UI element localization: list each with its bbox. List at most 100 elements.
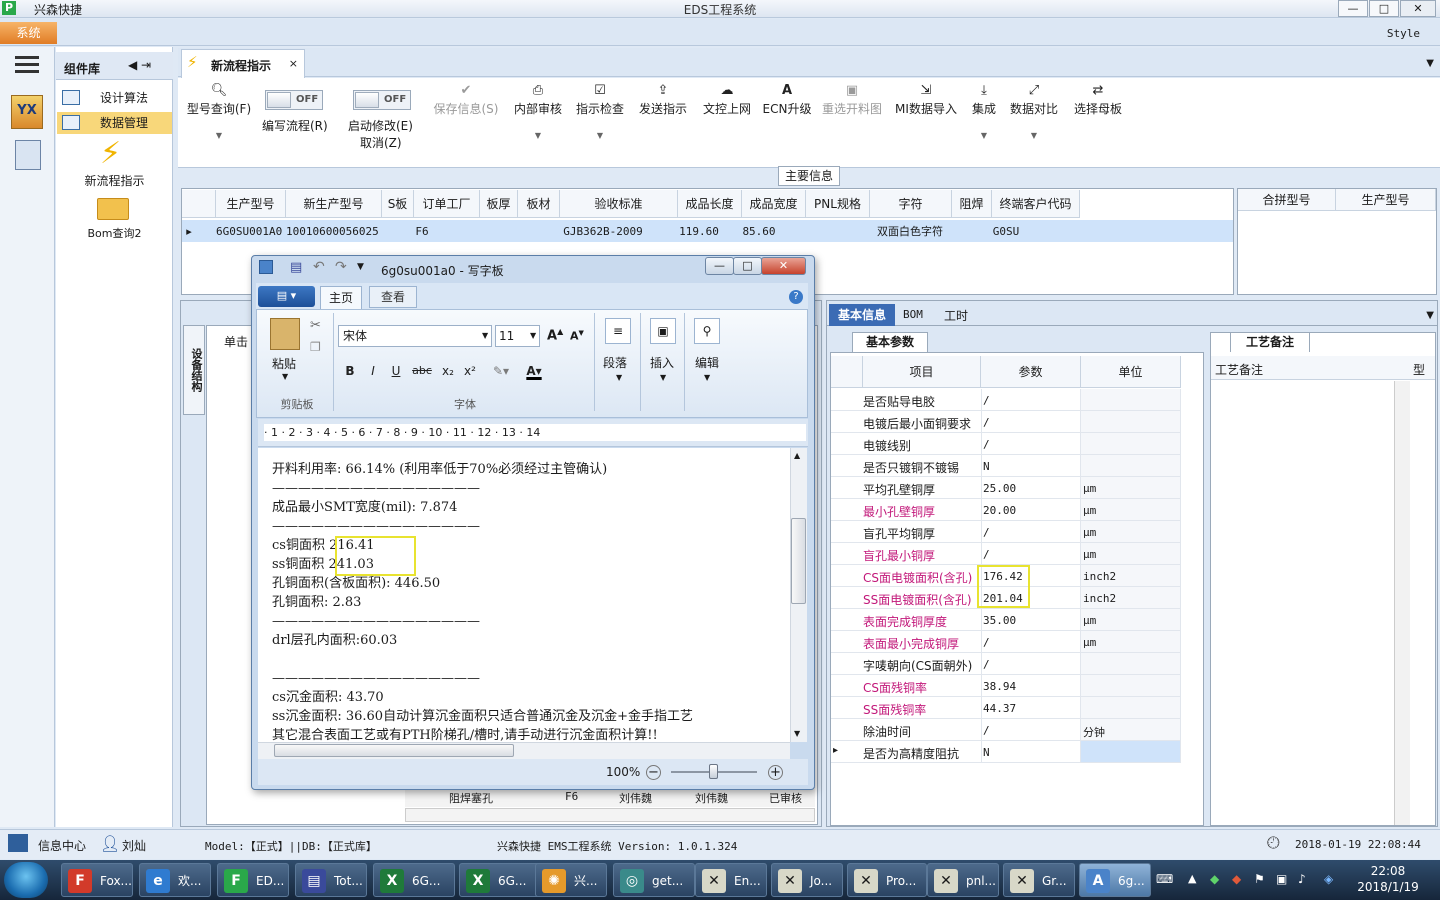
cancel-label[interactable]: 取消(Z): [360, 134, 402, 151]
chevron-down-icon[interactable]: ▼: [660, 373, 666, 382]
cut-icon[interactable]: ✂: [310, 318, 321, 333]
col-header[interactable]: 型: [1413, 361, 1425, 378]
table-row[interactable]: 最小孔壁铜厚 20.00 μm: [831, 499, 1181, 521]
tool-mi-data-import[interactable]: ⇲ MI数据导入: [894, 82, 958, 144]
param-value[interactable]: /: [983, 724, 990, 737]
binoculars-icon[interactable]: ⚲: [694, 318, 720, 344]
table-row[interactable]: SS面残铜率 44.37: [831, 697, 1181, 719]
document-line[interactable]: ————————————————: [272, 517, 693, 536]
table-row[interactable]: 表面最小完成铜厚 / μm: [831, 631, 1181, 653]
scroll-up-icon[interactable]: ▲: [794, 451, 800, 460]
minimize-button[interactable]: —: [1338, 0, 1368, 17]
paste-icon[interactable]: [270, 318, 300, 350]
taskbar-item-gr[interactable]: ✕ Gr...: [1003, 863, 1075, 897]
system-menu-button[interactable]: 系统: [0, 22, 57, 44]
calculator-icon[interactable]: [15, 140, 41, 170]
tool-send-instruction[interactable]: ⇪ 发送指示: [636, 82, 690, 144]
horizontal-scrollbar[interactable]: [405, 808, 815, 822]
tab-new-flow[interactable]: ⚡ 新流程指示 ×: [181, 49, 305, 78]
chevron-down-icon[interactable]: ▼: [704, 373, 710, 382]
param-value[interactable]: /: [983, 548, 990, 561]
param-value[interactable]: /: [983, 636, 990, 649]
document-line[interactable]: ————————————————: [272, 479, 693, 498]
table-cell[interactable]: GJB362B-2009: [558, 222, 648, 242]
tray-app-icon[interactable]: ◈: [1324, 872, 1333, 886]
shrink-font-icon[interactable]: A▼: [570, 329, 584, 343]
nav-item-data-management[interactable]: 数据管理: [57, 112, 172, 134]
bold-button[interactable]: B: [339, 361, 361, 381]
chevron-up-icon[interactable]: ▲: [1188, 872, 1196, 885]
write-flow-toggle[interactable]: OFF: [265, 90, 323, 110]
col-header[interactable]: 成品宽度: [742, 190, 806, 218]
table-row[interactable]: 盲孔最小铜厚 / μm: [831, 543, 1181, 565]
col-header[interactable]: 生产型号: [216, 190, 286, 218]
insert-button-label[interactable]: 插入: [650, 354, 674, 371]
table-cell[interactable]: 119.60: [678, 222, 720, 242]
tool-model-query[interactable]: 🔍︎ 型号查询(F) ▼: [184, 82, 254, 144]
param-value[interactable]: /: [983, 658, 990, 671]
param-value[interactable]: 44.37: [983, 702, 1016, 715]
document-line[interactable]: 其它混合表面工艺或有PTH阶梯孔/槽时,请手动进行沉金面积计算!!: [272, 726, 693, 742]
table-cell[interactable]: 双面白色字符: [868, 222, 952, 242]
param-value[interactable]: 20.00: [983, 504, 1016, 517]
document-line[interactable]: 孔铜面积(含板面积): 446.50: [272, 574, 693, 593]
table-row[interactable]: 电镀后最小面铜要求 /: [831, 411, 1181, 433]
col-header[interactable]: 板材: [518, 190, 560, 218]
zoom-slider-thumb[interactable]: [709, 764, 718, 779]
paragraph-button-label[interactable]: 段落: [603, 354, 627, 371]
wordpad-close-button[interactable]: ✕: [761, 257, 806, 275]
wordpad-minimize-button[interactable]: —: [705, 257, 734, 275]
table-row[interactable]: 阻焊塞孔 F6 刘伟魏 刘伟魏 已审核: [405, 787, 815, 807]
col-header[interactable]: PNL规格: [806, 190, 870, 218]
tool-save-info[interactable]: ✔ 保存信息(S): [430, 82, 502, 144]
tray-app-icon[interactable]: ◆: [1232, 872, 1241, 886]
document-area[interactable]: 开料利用率: 66.14% (利用率低于70%必须经过主管确认) ————————…: [258, 448, 790, 742]
col-header[interactable]: 阻焊: [952, 190, 992, 218]
underline-button[interactable]: U: [385, 361, 407, 381]
wordpad-maximize-button[interactable]: □: [733, 257, 762, 275]
ruler-scale[interactable]: · 1 · 2 · 3 · 4 · 5 · 6 · 7 · 8 · 9 · 10…: [264, 424, 806, 441]
tab-device-structure[interactable]: 设备结构: [183, 325, 205, 415]
param-value[interactable]: 35.00: [983, 614, 1016, 627]
col-header[interactable]: 验收标准: [560, 190, 678, 218]
table-cell[interactable]: 6G0SU001A0: [216, 222, 282, 242]
font-color-icon[interactable]: A▾: [519, 361, 549, 381]
vertical-scrollbar[interactable]: [1394, 381, 1410, 825]
info-dropdown-icon[interactable]: ▼: [1426, 310, 1434, 321]
taskbar-clock-date[interactable]: 2018/1/19: [1350, 880, 1426, 894]
document-line[interactable]: ————————————————: [272, 669, 693, 688]
col-header[interactable]: 单位: [1081, 356, 1181, 388]
document-line[interactable]: ss沉金面积: 36.60自动计算沉金面积只适合普通沉金及沉金+金手指工艺: [272, 707, 693, 726]
document-line[interactable]: [272, 650, 693, 669]
chevron-down-icon[interactable]: ▼: [530, 331, 536, 340]
param-value[interactable]: 38.94: [983, 680, 1016, 693]
param-value[interactable]: N: [983, 460, 990, 473]
taskbar-item-get[interactable]: ◎ get...: [613, 863, 695, 897]
bom-query-label[interactable]: Bom查询2: [57, 225, 172, 241]
param-value[interactable]: /: [983, 394, 990, 407]
table-row[interactable]: 除油时间 / 分钟: [831, 719, 1181, 741]
scrollbar-thumb[interactable]: [274, 744, 514, 757]
taskbar-item-eds[interactable]: F ED...: [217, 863, 289, 897]
col-header[interactable]: 终端客户代码: [992, 190, 1080, 218]
lightning-icon[interactable]: ⚡: [100, 138, 128, 170]
grow-font-icon[interactable]: A▲: [547, 327, 563, 343]
taskbar-item-ie[interactable]: e 欢...: [139, 863, 211, 897]
wordpad-menu-button[interactable]: ▤ ▾: [258, 286, 315, 307]
param-value[interactable]: /: [983, 416, 990, 429]
table-cell[interactable]: 10010600056025: [286, 222, 379, 242]
taskbar-clock-time[interactable]: 22:08: [1358, 864, 1418, 878]
taskbar-item-pro[interactable]: ✕ Pro...: [847, 863, 927, 897]
maximize-button[interactable]: □: [1369, 0, 1399, 17]
param-value[interactable]: /: [983, 526, 990, 539]
tool-doc-online[interactable]: ☁ 文控上网: [700, 82, 754, 144]
tool-internal-review[interactable]: ⎙ 内部审核 ▼: [512, 82, 564, 144]
col-header[interactable]: 板厚: [480, 190, 518, 218]
folder-icon[interactable]: [97, 198, 129, 220]
tool-integrate[interactable]: ⤓ 集成 ▼: [968, 82, 1000, 144]
yx-factory-icon[interactable]: YX: [11, 95, 43, 129]
copy-icon[interactable]: ❐: [310, 340, 321, 354]
taskbar-item-en[interactable]: ✕ En...: [695, 863, 767, 897]
table-row[interactable]: 字唛朝向(CS面朝外) /: [831, 653, 1181, 675]
grid-icon[interactable]: [8, 834, 28, 852]
